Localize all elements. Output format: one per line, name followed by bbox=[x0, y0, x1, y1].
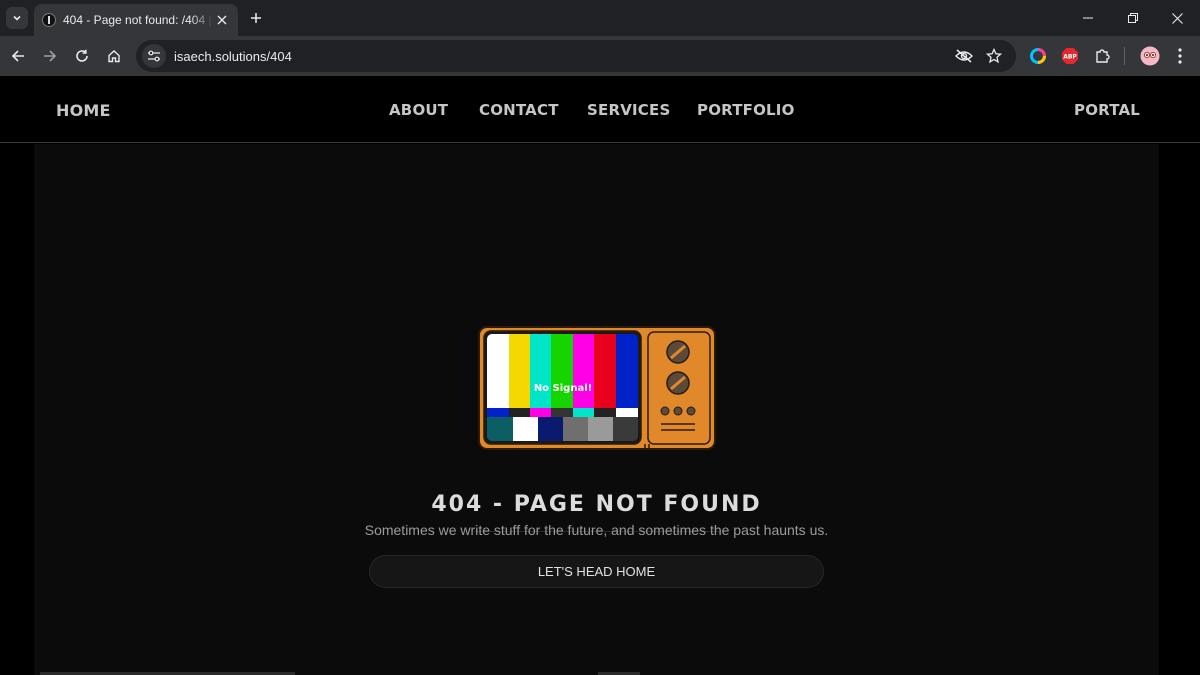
tv-knob-icon bbox=[666, 340, 690, 364]
tune-icon bbox=[148, 50, 160, 62]
close-icon bbox=[1172, 12, 1183, 24]
web-page: HOME ABOUT CONTACT SERVICES PORTFOLIO PO… bbox=[0, 76, 1200, 675]
nav-link-about[interactable]: ABOUT bbox=[389, 101, 448, 119]
tv-knob-icon bbox=[666, 371, 690, 395]
site-info-button[interactable] bbox=[142, 44, 166, 68]
extension-color-button[interactable] bbox=[1024, 42, 1052, 70]
tv-screen: No Signal! bbox=[487, 334, 638, 441]
home-icon bbox=[108, 50, 120, 63]
extensions-button[interactable] bbox=[1088, 42, 1116, 70]
nav-link-contact[interactable]: CONTACT bbox=[479, 101, 559, 119]
reload-icon bbox=[76, 49, 88, 62]
browser-menu-button[interactable] bbox=[1166, 42, 1194, 70]
tab-search-button[interactable] bbox=[6, 7, 28, 29]
arrow-left-icon bbox=[11, 50, 24, 62]
abp-icon: ABP bbox=[1062, 48, 1078, 64]
adblock-plus-button[interactable]: ABP bbox=[1056, 42, 1084, 70]
browser-toolbar: isaech.solutions/404 ABP bbox=[0, 36, 1200, 76]
browser-tabstrip: 404 - Page not found: /404 | Isaech bbox=[0, 0, 1200, 36]
browser-tab-active[interactable]: 404 - Page not found: /404 | Isaech bbox=[34, 4, 238, 36]
color-wheel-icon bbox=[1030, 48, 1046, 64]
avatar-icon bbox=[1140, 46, 1160, 66]
kebab-menu-icon bbox=[1178, 48, 1182, 64]
reload-button[interactable] bbox=[68, 42, 96, 70]
tab-title: 404 - Page not found: /404 | Isaech bbox=[63, 13, 213, 27]
bookmark-button[interactable] bbox=[982, 44, 1006, 68]
close-window-button[interactable] bbox=[1155, 0, 1200, 36]
toolbar-separator bbox=[1124, 47, 1125, 65]
new-tab-button[interactable] bbox=[246, 8, 266, 28]
nav-link-services[interactable]: SERVICES bbox=[587, 101, 670, 119]
star-icon bbox=[986, 48, 1002, 64]
error-subtitle: Sometimes we write stuff for the future,… bbox=[364, 522, 829, 538]
restore-icon bbox=[1127, 13, 1138, 23]
tv-screen-text: No Signal! bbox=[534, 383, 592, 394]
site-navigation: HOME ABOUT CONTACT SERVICES PORTFOLIO PO… bbox=[0, 76, 1200, 143]
eye-off-icon bbox=[955, 49, 973, 63]
tv-no-signal-illustration: No Signal! bbox=[478, 326, 716, 450]
profile-button[interactable] bbox=[1136, 42, 1164, 70]
url-text: isaech.solutions/404 bbox=[174, 48, 292, 64]
tv-buttons-icon bbox=[660, 406, 696, 416]
window-controls bbox=[1065, 0, 1200, 36]
nav-link-home[interactable]: HOME bbox=[56, 101, 111, 120]
favicon-icon bbox=[42, 13, 56, 27]
puzzle-icon bbox=[1096, 49, 1110, 63]
address-bar[interactable]: isaech.solutions/404 bbox=[136, 40, 1016, 72]
chevron-down-icon bbox=[13, 15, 21, 21]
abp-label: ABP bbox=[1063, 53, 1077, 60]
close-icon bbox=[217, 15, 227, 25]
tracking-protection-button[interactable] bbox=[952, 44, 976, 68]
minimize-icon bbox=[1082, 17, 1093, 19]
nav-link-portal[interactable]: PORTAL bbox=[1074, 101, 1140, 119]
error-content: No Signal! 404 - PAGE NOT FOUND Sometime… bbox=[34, 144, 1159, 675]
error-title: 404 - PAGE NOT FOUND bbox=[431, 492, 762, 517]
tab-close-button[interactable] bbox=[214, 12, 230, 28]
nav-link-portfolio[interactable]: PORTFOLIO bbox=[697, 101, 795, 119]
arrow-right-icon bbox=[44, 50, 57, 62]
home-button[interactable] bbox=[100, 42, 128, 70]
restore-button[interactable] bbox=[1110, 0, 1155, 36]
head-home-button[interactable]: LET'S HEAD HOME bbox=[369, 555, 824, 588]
back-button[interactable] bbox=[4, 42, 32, 70]
plus-icon bbox=[251, 13, 261, 23]
forward-button[interactable] bbox=[36, 42, 64, 70]
minimize-button[interactable] bbox=[1065, 0, 1110, 36]
